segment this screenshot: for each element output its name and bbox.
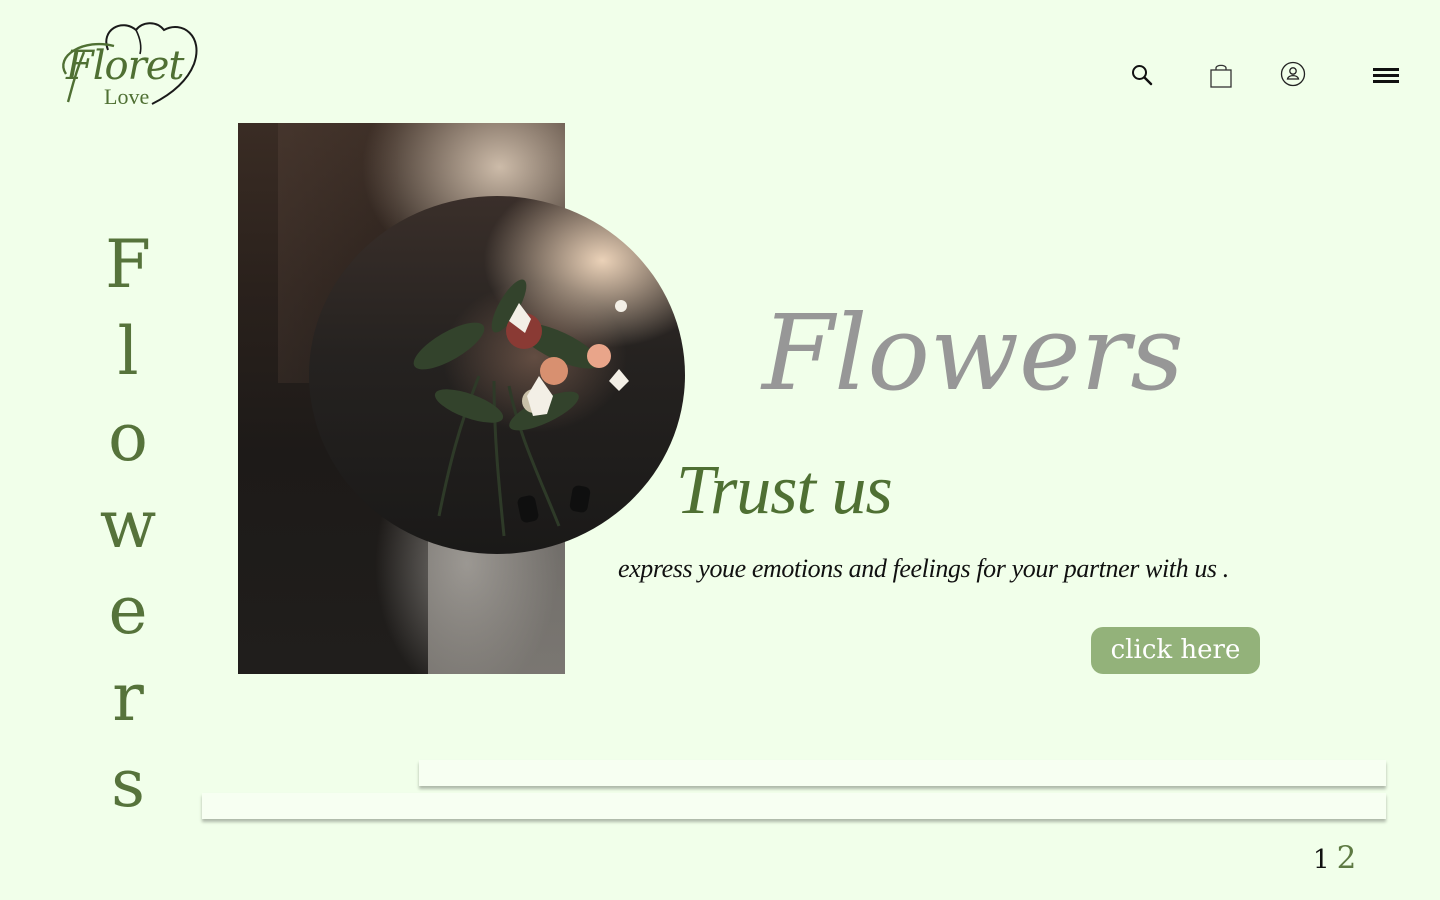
page-2-link[interactable]: 2 bbox=[1337, 840, 1357, 876]
page-1-link[interactable]: 1 bbox=[1313, 845, 1330, 875]
bouquet-photo-circle bbox=[309, 196, 685, 554]
click-here-button[interactable]: click here bbox=[1091, 627, 1260, 674]
vertical-letter: s bbox=[111, 745, 145, 822]
bouquet-illustration bbox=[413, 279, 629, 537]
bottom-bar-strip bbox=[202, 793, 1386, 819]
search-icon[interactable] bbox=[1130, 63, 1154, 91]
brand-logo[interactable]: Floret Love bbox=[44, 16, 204, 112]
vertical-letter: e bbox=[108, 572, 148, 649]
vertical-letter: o bbox=[108, 399, 148, 476]
shopping-bag-icon[interactable] bbox=[1209, 62, 1233, 93]
hero-tagline: express youe emotions and feelings for y… bbox=[618, 554, 1229, 583]
vertical-letter: l bbox=[117, 312, 139, 390]
logo-sub-text: Love bbox=[104, 84, 150, 109]
hamburger-menu-icon[interactable] bbox=[1373, 67, 1399, 89]
top-bar-strip bbox=[419, 760, 1386, 786]
vertical-letter: r bbox=[112, 658, 144, 736]
vertical-letter: F bbox=[105, 226, 151, 303]
logo-script-text: Floret bbox=[66, 43, 184, 89]
vertical-flowers-word: F l o w e r s bbox=[88, 222, 168, 828]
user-icon[interactable] bbox=[1280, 61, 1306, 91]
vertical-letter: w bbox=[99, 485, 157, 563]
hero-subtitle: Trust us bbox=[676, 452, 893, 529]
pagination: 1 2 bbox=[1313, 840, 1356, 880]
hero-title: Flowers bbox=[762, 292, 1184, 414]
